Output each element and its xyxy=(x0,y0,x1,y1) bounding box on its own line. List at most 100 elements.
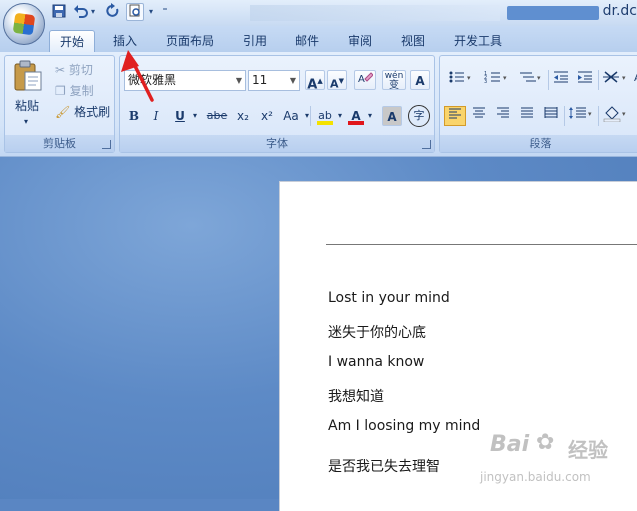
clipboard-launcher-icon[interactable] xyxy=(102,140,111,149)
highlight-swatch xyxy=(317,121,333,125)
svg-text:3: 3 xyxy=(484,79,487,84)
copy-icon: ❐ xyxy=(55,84,66,98)
align-right-button[interactable] xyxy=(492,106,514,126)
shading-button[interactable]: ▾ xyxy=(600,106,632,126)
tab-references[interactable]: 引用 xyxy=(233,30,277,52)
distributed-icon xyxy=(544,107,558,118)
undo-dropdown-icon[interactable]: ▾ xyxy=(88,3,98,21)
justify-button[interactable] xyxy=(516,106,538,126)
bold-button[interactable]: B xyxy=(124,106,144,126)
document-line[interactable]: 迷失于你的心底 xyxy=(328,322,426,342)
bullets-icon: ▾ xyxy=(449,71,471,83)
align-center-button[interactable] xyxy=(468,106,490,126)
highlight-dropdown-icon[interactable]: ▾ xyxy=(335,106,345,126)
tab-insert[interactable]: 插入 xyxy=(103,30,147,52)
numbering-button[interactable]: 1 2 3 ▾ xyxy=(480,70,514,90)
subscript-button[interactable]: x₂ xyxy=(232,106,254,126)
watermark-brand: Bai xyxy=(490,432,530,457)
enclose-characters-button[interactable]: 字 xyxy=(408,105,430,127)
change-case-button[interactable]: Aa xyxy=(280,106,302,126)
ribbon: 粘贴 ▾ ✂ 剪切 ❐ 复制 🖌 格式刷 剪贴板 微软雅黑 ▼ 11 ▼ A▲ … xyxy=(0,52,637,157)
chinese-layout-button[interactable]: ▾ xyxy=(600,70,632,90)
underline-dropdown-icon[interactable]: ▾ xyxy=(190,106,200,126)
office-button[interactable] xyxy=(3,3,45,45)
tab-home[interactable]: 开始 xyxy=(49,30,96,52)
align-left-icon xyxy=(449,108,461,119)
align-left-button[interactable] xyxy=(444,106,466,126)
decrease-indent-icon xyxy=(554,71,568,83)
divider xyxy=(598,106,599,126)
redo-icon[interactable] xyxy=(104,3,122,21)
tab-view[interactable]: 视图 xyxy=(391,30,435,52)
font-color-swatch xyxy=(348,121,364,125)
superscript-button[interactable]: x² xyxy=(256,106,278,126)
font-launcher-icon[interactable] xyxy=(422,140,431,149)
clipboard-group-label: 剪贴板 xyxy=(5,135,114,152)
office-logo-icon xyxy=(12,12,36,36)
print-preview-icon[interactable] xyxy=(126,3,144,21)
distributed-button[interactable] xyxy=(540,106,562,126)
increase-indent-button[interactable] xyxy=(574,70,596,90)
phonetic-guide-button[interactable]: wén 变 xyxy=(382,70,406,91)
line-spacing-button[interactable]: ▾ xyxy=(566,106,596,126)
document-line[interactable]: I wanna know xyxy=(328,354,424,370)
highlight-button[interactable]: ab xyxy=(314,106,336,126)
font-color-dropdown-icon[interactable]: ▾ xyxy=(365,106,375,126)
clear-format-icon: A xyxy=(358,72,374,85)
format-painter-button[interactable]: 🖌 格式刷 xyxy=(55,102,115,122)
multilevel-list-icon: ▾ xyxy=(520,72,541,82)
header-rule xyxy=(326,244,637,245)
tab-page-layout[interactable]: 页面布局 xyxy=(156,30,224,52)
line-spacing-icon: ▾ xyxy=(569,107,592,119)
svg-text:▾: ▾ xyxy=(503,74,507,82)
font-size-value: 11 xyxy=(252,73,268,87)
document-line[interactable]: Lost in your mind xyxy=(328,290,450,306)
font-name-value: 微软雅黑 xyxy=(128,73,177,87)
cut-button[interactable]: ✂ 剪切 xyxy=(55,60,113,80)
divider xyxy=(598,70,599,90)
svg-text:▾: ▾ xyxy=(467,74,471,82)
qat-customize-icon[interactable]: ▾ xyxy=(146,3,156,21)
paw-icon: ✿ xyxy=(536,430,555,455)
paste-icon[interactable] xyxy=(11,60,45,92)
font-size-select[interactable]: 11 ▼ xyxy=(248,70,300,91)
font-color-button[interactable]: A xyxy=(346,106,366,126)
multilevel-list-button[interactable]: ▾ xyxy=(516,70,546,90)
divider xyxy=(548,70,549,90)
document-line[interactable]: Am I loosing my mind xyxy=(328,418,480,434)
chevron-down-icon: ▼ xyxy=(235,76,242,85)
paste-dropdown-icon[interactable]: ▾ xyxy=(19,112,33,132)
strikethrough-button[interactable]: abe xyxy=(204,106,230,126)
paint-bucket-icon: ▾ xyxy=(603,106,626,123)
divider xyxy=(310,106,311,126)
qat-more-icon[interactable]: ⁼ xyxy=(160,3,170,21)
shrink-font-button[interactable]: A▼ xyxy=(327,70,347,91)
svg-text:▾: ▾ xyxy=(588,110,592,118)
title-bar: ▾ ▾ ⁼ dr.dc xyxy=(0,0,637,26)
bullets-button[interactable]: ▾ xyxy=(444,70,478,90)
character-shading-button[interactable]: A xyxy=(382,106,402,126)
document-line[interactable]: 我想知道 xyxy=(328,386,384,406)
grow-font-button[interactable]: A▲ xyxy=(305,70,325,92)
italic-button[interactable]: I xyxy=(146,106,166,126)
clear-format-button[interactable]: A xyxy=(354,70,376,90)
format-painter-label: 格式刷 xyxy=(74,105,111,119)
watermark: Bai ✿ 经验 jingyan.baidu.com xyxy=(480,430,630,492)
font-name-select[interactable]: 微软雅黑 ▼ xyxy=(124,70,246,91)
window-title: dr.dc xyxy=(602,3,637,19)
phonetic-char-label: 变 xyxy=(389,80,399,91)
font-group: 微软雅黑 ▼ 11 ▼ A▲ A▼ A wén 变 A B I U ▾ abe … xyxy=(119,55,435,153)
tab-review[interactable]: 审阅 xyxy=(338,30,382,52)
character-border-button[interactable]: A xyxy=(410,70,430,90)
decrease-indent-button[interactable] xyxy=(550,70,572,90)
watermark-brand-cn: 经验 xyxy=(568,438,608,462)
copy-button[interactable]: ❐ 复制 xyxy=(55,81,113,101)
tab-developer[interactable]: 开发工具 xyxy=(444,30,512,52)
document-line[interactable]: 是否我已失去理智 xyxy=(328,456,440,476)
tab-mailings[interactable]: 邮件 xyxy=(285,30,329,52)
underline-button[interactable]: U xyxy=(170,106,190,126)
shrink-font-label: A xyxy=(330,77,339,91)
save-icon[interactable] xyxy=(50,3,68,21)
justify-icon xyxy=(521,107,533,118)
numbering-icon: 123 ▾ xyxy=(484,71,507,85)
